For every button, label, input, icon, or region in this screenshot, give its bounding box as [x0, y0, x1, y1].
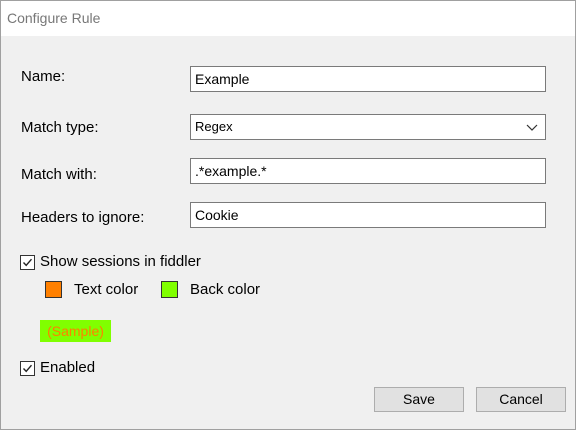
match-with-label: Match with:	[21, 166, 97, 183]
text-color-swatch[interactable]	[45, 281, 62, 298]
match-with-input[interactable]: .*example.*	[190, 158, 546, 184]
checkmark-icon	[22, 364, 33, 373]
configure-rule-dialog: Configure Rule Name: Example Match type:…	[0, 0, 576, 430]
chevron-down-icon	[526, 124, 538, 131]
match-type-value: Regex	[195, 119, 233, 134]
match-type-select[interactable]: Regex	[190, 114, 546, 140]
headers-to-ignore-input[interactable]: Cookie	[190, 202, 546, 228]
name-label: Name:	[21, 68, 66, 85]
headers-to-ignore-label: Headers to ignore:	[21, 209, 145, 226]
title-bar[interactable]: Configure Rule	[1, 1, 575, 36]
enabled-label: Enabled	[40, 359, 96, 376]
name-input[interactable]: Example	[190, 66, 546, 92]
save-button[interactable]: Save	[374, 387, 464, 412]
checkmark-icon	[22, 258, 33, 267]
sample-preview: (Sample)	[40, 320, 111, 342]
match-type-label: Match type:	[21, 119, 99, 136]
back-color-swatch[interactable]	[161, 281, 178, 298]
text-color-label[interactable]: Text color	[74, 281, 138, 298]
show-sessions-label: Show sessions in fiddler	[40, 253, 201, 270]
show-sessions-checkbox[interactable]	[20, 255, 35, 270]
back-color-label[interactable]: Back color	[190, 281, 260, 298]
enabled-checkbox[interactable]	[20, 361, 35, 376]
window-title: Configure Rule	[7, 10, 101, 26]
cancel-button[interactable]: Cancel	[476, 387, 566, 412]
